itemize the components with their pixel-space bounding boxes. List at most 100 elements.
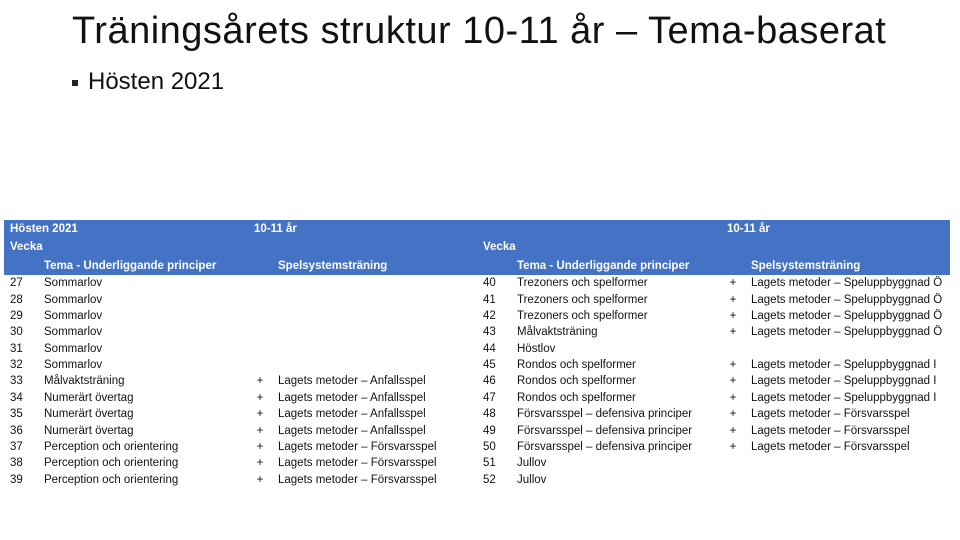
table-row: 44Höstlov xyxy=(477,341,950,357)
week-cell: 36 xyxy=(4,423,38,439)
week-cell: 40 xyxy=(477,275,511,291)
theme-cell: Målvaktsträning xyxy=(38,373,248,389)
theme-cell: Rondos och spelformer xyxy=(511,373,721,389)
table-row: 39Perception och orientering+Lagets meto… xyxy=(4,472,477,488)
week-cell: 47 xyxy=(477,390,511,406)
theme-cell: Trezoners och spelformer xyxy=(511,292,721,308)
theme-cell: Numerärt övertag xyxy=(38,390,248,406)
week-cell: 29 xyxy=(4,308,38,324)
system-cell xyxy=(745,472,950,488)
theme-cell: Försvarsspel – defensiva principer xyxy=(511,439,721,455)
week-cell: 32 xyxy=(4,357,38,373)
system-cell xyxy=(272,341,477,357)
theme-cell: Målvaktsträning xyxy=(511,324,721,340)
blank-cell xyxy=(4,257,38,275)
plus-cell xyxy=(248,275,272,291)
table-row: Tema - Underliggande principer Spelsyste… xyxy=(477,257,950,275)
table-row: 35Numerärt övertag+Lagets metoder – Anfa… xyxy=(4,406,477,422)
table-row: 52Jullov xyxy=(477,472,950,488)
system-cell: Lagets metoder – Speluppbyggnad Ö xyxy=(745,275,950,291)
theme-cell: Perception och orientering xyxy=(38,439,248,455)
plus-cell xyxy=(248,324,272,340)
week-cell: 35 xyxy=(4,406,38,422)
week-cell: 44 xyxy=(477,341,511,357)
table-row: 46Rondos och spelformer+Lagets metoder –… xyxy=(477,373,950,389)
plus-cell xyxy=(248,357,272,373)
header-system: Spelsystemsträning xyxy=(745,257,950,275)
theme-cell: Rondos och spelformer xyxy=(511,390,721,406)
header-season: Hösten 2021 xyxy=(4,220,248,238)
plus-cell xyxy=(721,341,745,357)
system-cell: Lagets metoder – Speluppbyggnad I xyxy=(745,390,950,406)
table-row: Hösten 2021 10-11 år xyxy=(4,220,477,238)
table-row: Vecka xyxy=(4,238,477,256)
system-cell: Lagets metoder – Försvarsspel xyxy=(272,455,477,471)
theme-cell: Rondos och spelformer xyxy=(511,357,721,373)
theme-cell: Trezoners och spelformer xyxy=(511,275,721,291)
plus-cell xyxy=(721,472,745,488)
theme-cell: Höstlov xyxy=(511,341,721,357)
week-cell: 41 xyxy=(477,292,511,308)
table-row: 38Perception och orientering+Lagets meto… xyxy=(4,455,477,471)
week-cell: 46 xyxy=(477,373,511,389)
plus-cell: + xyxy=(248,390,272,406)
blank-cell xyxy=(248,257,272,275)
table-row: 31Sommarlov xyxy=(4,341,477,357)
theme-cell: Försvarsspel – defensiva principer xyxy=(511,406,721,422)
week-cell: 51 xyxy=(477,455,511,471)
slide: Träningsårets struktur 10-11 år – Tema-b… xyxy=(0,0,960,540)
system-cell: Lagets metoder – Försvarsspel xyxy=(745,439,950,455)
table-row: 28Sommarlov xyxy=(4,292,477,308)
table-row: 48Försvarsspel – defensiva principer+Lag… xyxy=(477,406,950,422)
system-cell: Lagets metoder – Anfallsspel xyxy=(272,373,477,389)
table-row: 36Numerärt övertag+Lagets metoder – Anfa… xyxy=(4,423,477,439)
system-cell: Lagets metoder – Speluppbyggnad Ö xyxy=(745,324,950,340)
week-cell: 34 xyxy=(4,390,38,406)
table-row: 30Sommarlov xyxy=(4,324,477,340)
table-row: 47Rondos och spelformer+Lagets metoder –… xyxy=(477,390,950,406)
header-week: Vecka xyxy=(4,238,477,256)
header-system: Spelsystemsträning xyxy=(272,257,477,275)
theme-cell: Jullov xyxy=(511,455,721,471)
week-cell: 48 xyxy=(477,406,511,422)
theme-cell: Sommarlov xyxy=(38,292,248,308)
table-row: 32Sommarlov xyxy=(4,357,477,373)
bullet-row: Hösten 2021 xyxy=(0,54,960,96)
system-cell xyxy=(272,308,477,324)
plus-cell xyxy=(721,455,745,471)
page-title: Träningsårets struktur 10-11 år – Tema-b… xyxy=(0,0,960,54)
header-age: 10-11 år xyxy=(248,220,477,238)
header-theme: Tema - Underliggande principer xyxy=(511,257,721,275)
blank-cell xyxy=(477,220,721,238)
system-cell: Lagets metoder – Försvarsspel xyxy=(272,472,477,488)
table-row: 41Trezoners och spelformer+Lagets metode… xyxy=(477,292,950,308)
theme-cell: Perception och orientering xyxy=(38,472,248,488)
week-cell: 31 xyxy=(4,341,38,357)
system-cell xyxy=(745,455,950,471)
plus-cell xyxy=(248,292,272,308)
system-cell: Lagets metoder – Försvarsspel xyxy=(745,423,950,439)
system-cell xyxy=(272,357,477,373)
system-cell: Lagets metoder – Speluppbyggnad Ö xyxy=(745,292,950,308)
plus-cell: + xyxy=(248,472,272,488)
week-cell: 30 xyxy=(4,324,38,340)
header-theme: Tema - Underliggande principer xyxy=(38,257,248,275)
bullet-icon xyxy=(72,80,78,86)
table-row: 40Trezoners och spelformer+Lagets metode… xyxy=(477,275,950,291)
theme-cell: Numerärt övertag xyxy=(38,406,248,422)
plus-cell: + xyxy=(248,455,272,471)
theme-cell: Numerärt övertag xyxy=(38,423,248,439)
week-cell: 38 xyxy=(4,455,38,471)
table-row: 33Målvaktsträning+Lagets metoder – Anfal… xyxy=(4,373,477,389)
table-row: 10-11 år xyxy=(477,220,950,238)
table-row: 43Målvaktsträning+Lagets metoder – Spelu… xyxy=(477,324,950,340)
header-age: 10-11 år xyxy=(721,220,950,238)
system-cell: Lagets metoder – Speluppbyggnad Ö xyxy=(745,308,950,324)
theme-cell: Sommarlov xyxy=(38,357,248,373)
week-cell: 27 xyxy=(4,275,38,291)
plus-cell: + xyxy=(721,390,745,406)
table-row: 42Trezoners och spelformer+Lagets metode… xyxy=(477,308,950,324)
blank-cell xyxy=(477,257,511,275)
tables-wrapper: Hösten 2021 10-11 år Vecka Tema - Underl… xyxy=(4,220,956,488)
theme-cell: Sommarlov xyxy=(38,275,248,291)
